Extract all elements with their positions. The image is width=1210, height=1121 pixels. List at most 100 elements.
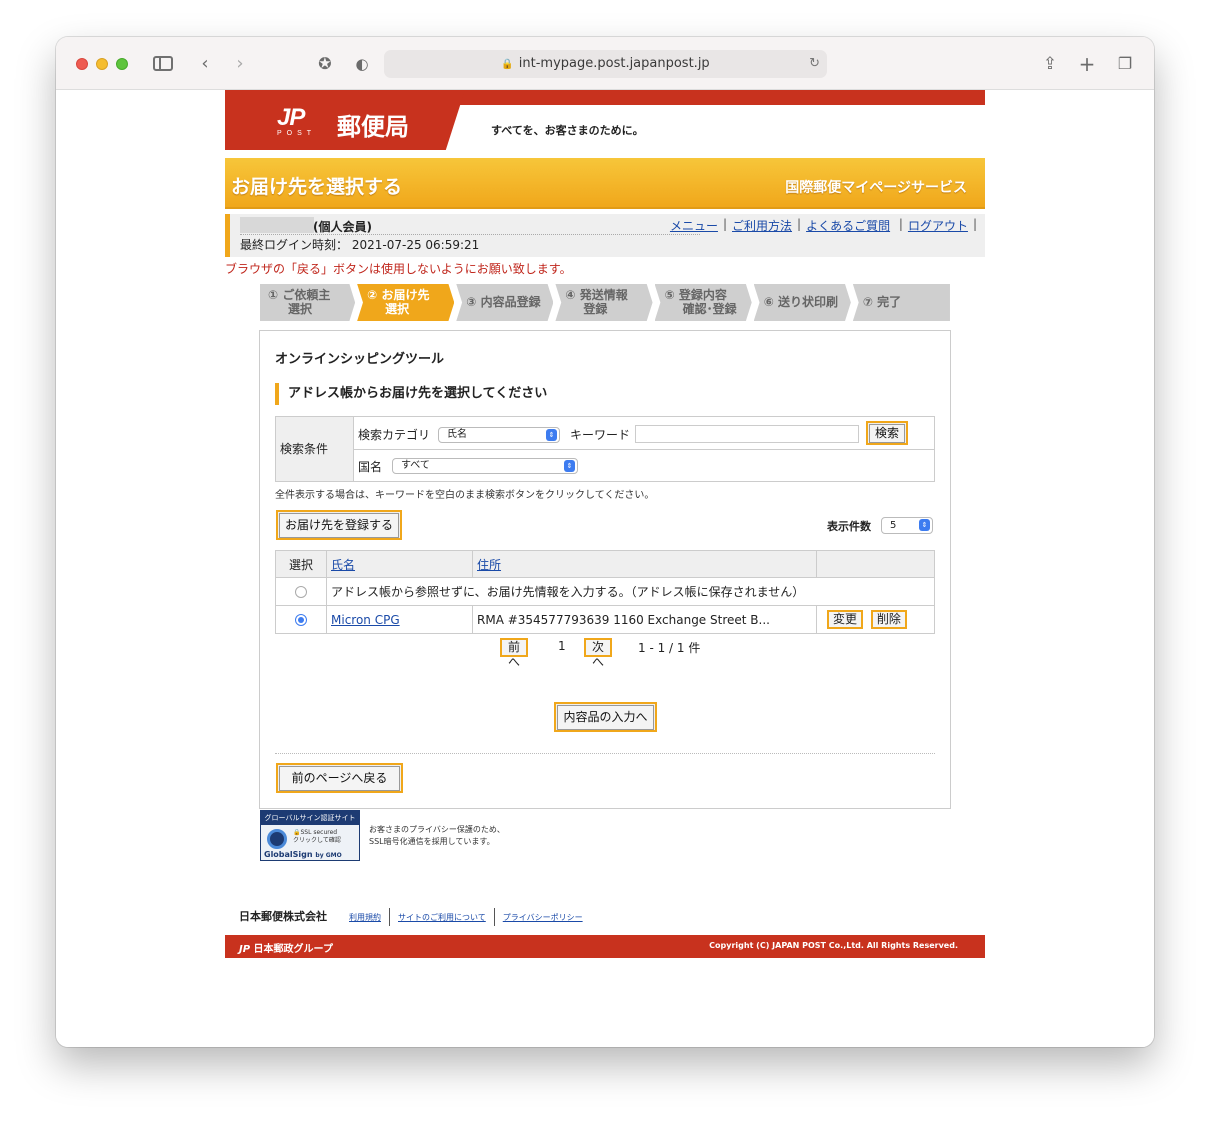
privacy-policy-link[interactable]: プライバシーポリシー	[495, 912, 591, 923]
ssl-note-line: SSL暗号化通信を採用しています。	[369, 837, 495, 846]
logout-link[interactable]: ログアウト	[903, 217, 973, 234]
header-slogan: すべてを、お客さまのために。	[491, 124, 644, 137]
step-label: ③ 内容品登録	[466, 295, 541, 309]
terms-link[interactable]: 利用規約	[341, 912, 389, 923]
select-radio-cell[interactable]	[275, 605, 327, 634]
go-to-contents-button[interactable]: 内容品の入力へ	[554, 702, 657, 732]
nav-separator: |	[972, 217, 977, 231]
privacy-shield-icon[interactable]: ◐	[351, 53, 373, 75]
country-select[interactable]: すべて ⇕	[392, 458, 578, 474]
direct-entry-radio-cell[interactable]	[275, 577, 327, 606]
step-label: 選択	[385, 302, 410, 316]
service-name: 国際郵便マイページサービス	[785, 180, 967, 196]
sort-by-name-link[interactable]: 氏名	[331, 558, 355, 572]
main-panel: オンラインシッピングツール アドレス帳からお届け先を選択してください 検索条件 …	[259, 330, 951, 809]
jp-post-logo-mark: JP	[277, 104, 305, 131]
edit-button[interactable]: 変更	[827, 610, 864, 629]
search-button[interactable]: 検索	[866, 421, 908, 445]
search-form: 検索条件 検索カテゴリ 氏名 ⇕ キーワード 検索 国名 すべて ⇕	[275, 416, 935, 482]
step-4: ④ 発送情報 登録	[555, 284, 653, 321]
close-window-button[interactable]	[76, 58, 88, 70]
column-header-name[interactable]: 氏名	[326, 550, 473, 578]
last-login-label: 最終ログイン時刻：	[240, 238, 349, 252]
ssl-note-line: お客さまのプライバシー保護のため、	[369, 825, 505, 834]
globalsign-ssl-badge[interactable]: グローバルサイン認証サイト 🔒SSL secured クリックして確認 Glob…	[260, 810, 360, 861]
country-selected-value: すべて	[401, 460, 430, 471]
ssl-click-text: クリックして確認	[293, 837, 341, 844]
web-page: JP POST 郵便局 すべてを、お客さまのために。 お届け先を選択する 国際郵…	[56, 90, 1154, 1047]
faq-link[interactable]: よくあるご質問	[801, 217, 895, 234]
reload-icon[interactable]: ↻	[809, 50, 820, 78]
zoom-window-button[interactable]	[116, 58, 128, 70]
next-page-button[interactable]: 次へ	[584, 638, 613, 669]
address-cell: RMA #354577793639 1160 Exchange Street B…	[472, 605, 817, 634]
select-arrows-icon: ⇕	[919, 519, 930, 531]
sort-by-address-link[interactable]: 住所	[477, 558, 501, 572]
search-row-country: 国名 すべて ⇕	[354, 450, 934, 481]
back-to-previous-button[interactable]: 前のページへ戻る	[276, 763, 403, 793]
table-row: Micron CPG RMA #354577793639 1160 Exchan…	[275, 605, 935, 634]
ssl-note: お客さまのプライバシー保護のため、 SSL暗号化通信を採用しています。	[369, 824, 505, 848]
new-tab-plus-icon[interactable]: +	[1076, 53, 1098, 75]
back-chevron-icon[interactable]: ‹	[194, 53, 216, 75]
page-title-banner: お届け先を選択する 国際郵便マイページサービス	[225, 158, 985, 209]
search-button-label: 検索	[869, 424, 905, 443]
page-title: お届け先を選択する	[231, 176, 403, 198]
category-select[interactable]: 氏名 ⇕	[438, 427, 560, 443]
extension-icon[interactable]: ✪	[314, 53, 336, 75]
step-label: ⑥ 送り状印刷	[763, 295, 839, 309]
minimize-window-button[interactable]	[96, 58, 108, 70]
howto-link[interactable]: ご利用方法	[727, 217, 797, 234]
share-icon[interactable]: ⇪	[1039, 53, 1061, 75]
address-radio-selected[interactable]	[295, 614, 307, 626]
footer-group: JP 日本郵政グループ	[239, 940, 333, 955]
category-label: 検索カテゴリ	[358, 428, 431, 442]
globalsign-eye-icon	[267, 829, 287, 849]
register-address-button[interactable]: お届け先を登録する	[276, 510, 402, 540]
step-5: ⑤ 登録内容 確認･登録	[654, 284, 752, 321]
tab-overview-icon[interactable]: ❐	[1114, 53, 1136, 75]
search-hint: 全件表示する場合は、キーワードを空白のまま検索ボタンをクリックしてください。	[275, 490, 655, 501]
name-cell: Micron CPG	[326, 605, 473, 634]
go-to-contents-label: 内容品の入力へ	[557, 705, 654, 730]
select-arrows-icon: ⇕	[546, 429, 557, 441]
current-page: 1	[558, 639, 566, 653]
divider	[275, 753, 935, 754]
address-table: 選択 氏名 住所 アドレス帳から参照せずに、お届け先情報を入力する。（アドレス帳…	[275, 550, 935, 634]
step-label: ② お届け先	[367, 288, 430, 302]
per-page-select[interactable]: 5 ⇕	[881, 517, 933, 534]
search-row-category: 検索カテゴリ 氏名 ⇕ キーワード 検索	[354, 417, 934, 450]
group-name: 日本郵政グループ	[253, 944, 333, 955]
delete-button[interactable]: 削除	[870, 610, 907, 629]
ssl-badge-title: グローバルサイン認証サイト	[261, 811, 359, 825]
step-3: ③ 内容品登録	[456, 284, 554, 321]
step-label: ⑦ 完了	[862, 295, 902, 309]
menu-link[interactable]: メニュー	[665, 217, 723, 234]
column-header-address[interactable]: 住所	[472, 550, 817, 578]
prev-page-button[interactable]: 前へ	[500, 638, 529, 669]
url-text: int-mypage.post.japanpost.jp	[518, 56, 710, 71]
address-bar[interactable]: 🔒 int-mypage.post.japanpost.jp ↻	[384, 50, 827, 78]
keyword-input[interactable]	[635, 425, 859, 443]
globalsign-brand: GlobalSign by GMO	[264, 850, 342, 859]
ssl-badge-text: 🔒SSL secured クリックして確認	[293, 829, 341, 845]
column-header-select: 選択	[275, 550, 327, 578]
select-arrows-icon: ⇕	[564, 460, 575, 472]
last-login: 最終ログイン時刻： 2021-07-25 06:59:21	[240, 236, 479, 253]
step-1: ① ご依頼主 選択	[260, 284, 356, 321]
sidebar-toggle-icon[interactable]	[153, 56, 173, 71]
actions-cell: 変更 削除	[816, 605, 935, 634]
gmo-text: by GMO	[315, 852, 342, 859]
ssl-secured-text: SSL secured	[300, 829, 338, 836]
forward-chevron-icon[interactable]: ›	[229, 53, 251, 75]
tool-title: オンラインシッピングツール	[275, 352, 445, 367]
recipient-name-link[interactable]: Micron CPG	[331, 613, 400, 627]
site-logo[interactable]: JP POST 郵便局	[225, 90, 465, 150]
step-label: 確認･登録	[682, 302, 737, 316]
step-label: 登録	[583, 302, 608, 316]
back-to-previous-label: 前のページへ戻る	[279, 766, 400, 791]
copyright: Copyright (C) JAPAN POST Co.,Ltd. All Ri…	[709, 941, 958, 950]
direct-entry-radio[interactable]	[295, 586, 307, 598]
top-navigation: メニュー | ご利用方法 | よくあるご質問 | ログアウト |	[665, 217, 977, 234]
site-usage-link[interactable]: サイトのご利用について	[390, 912, 494, 923]
